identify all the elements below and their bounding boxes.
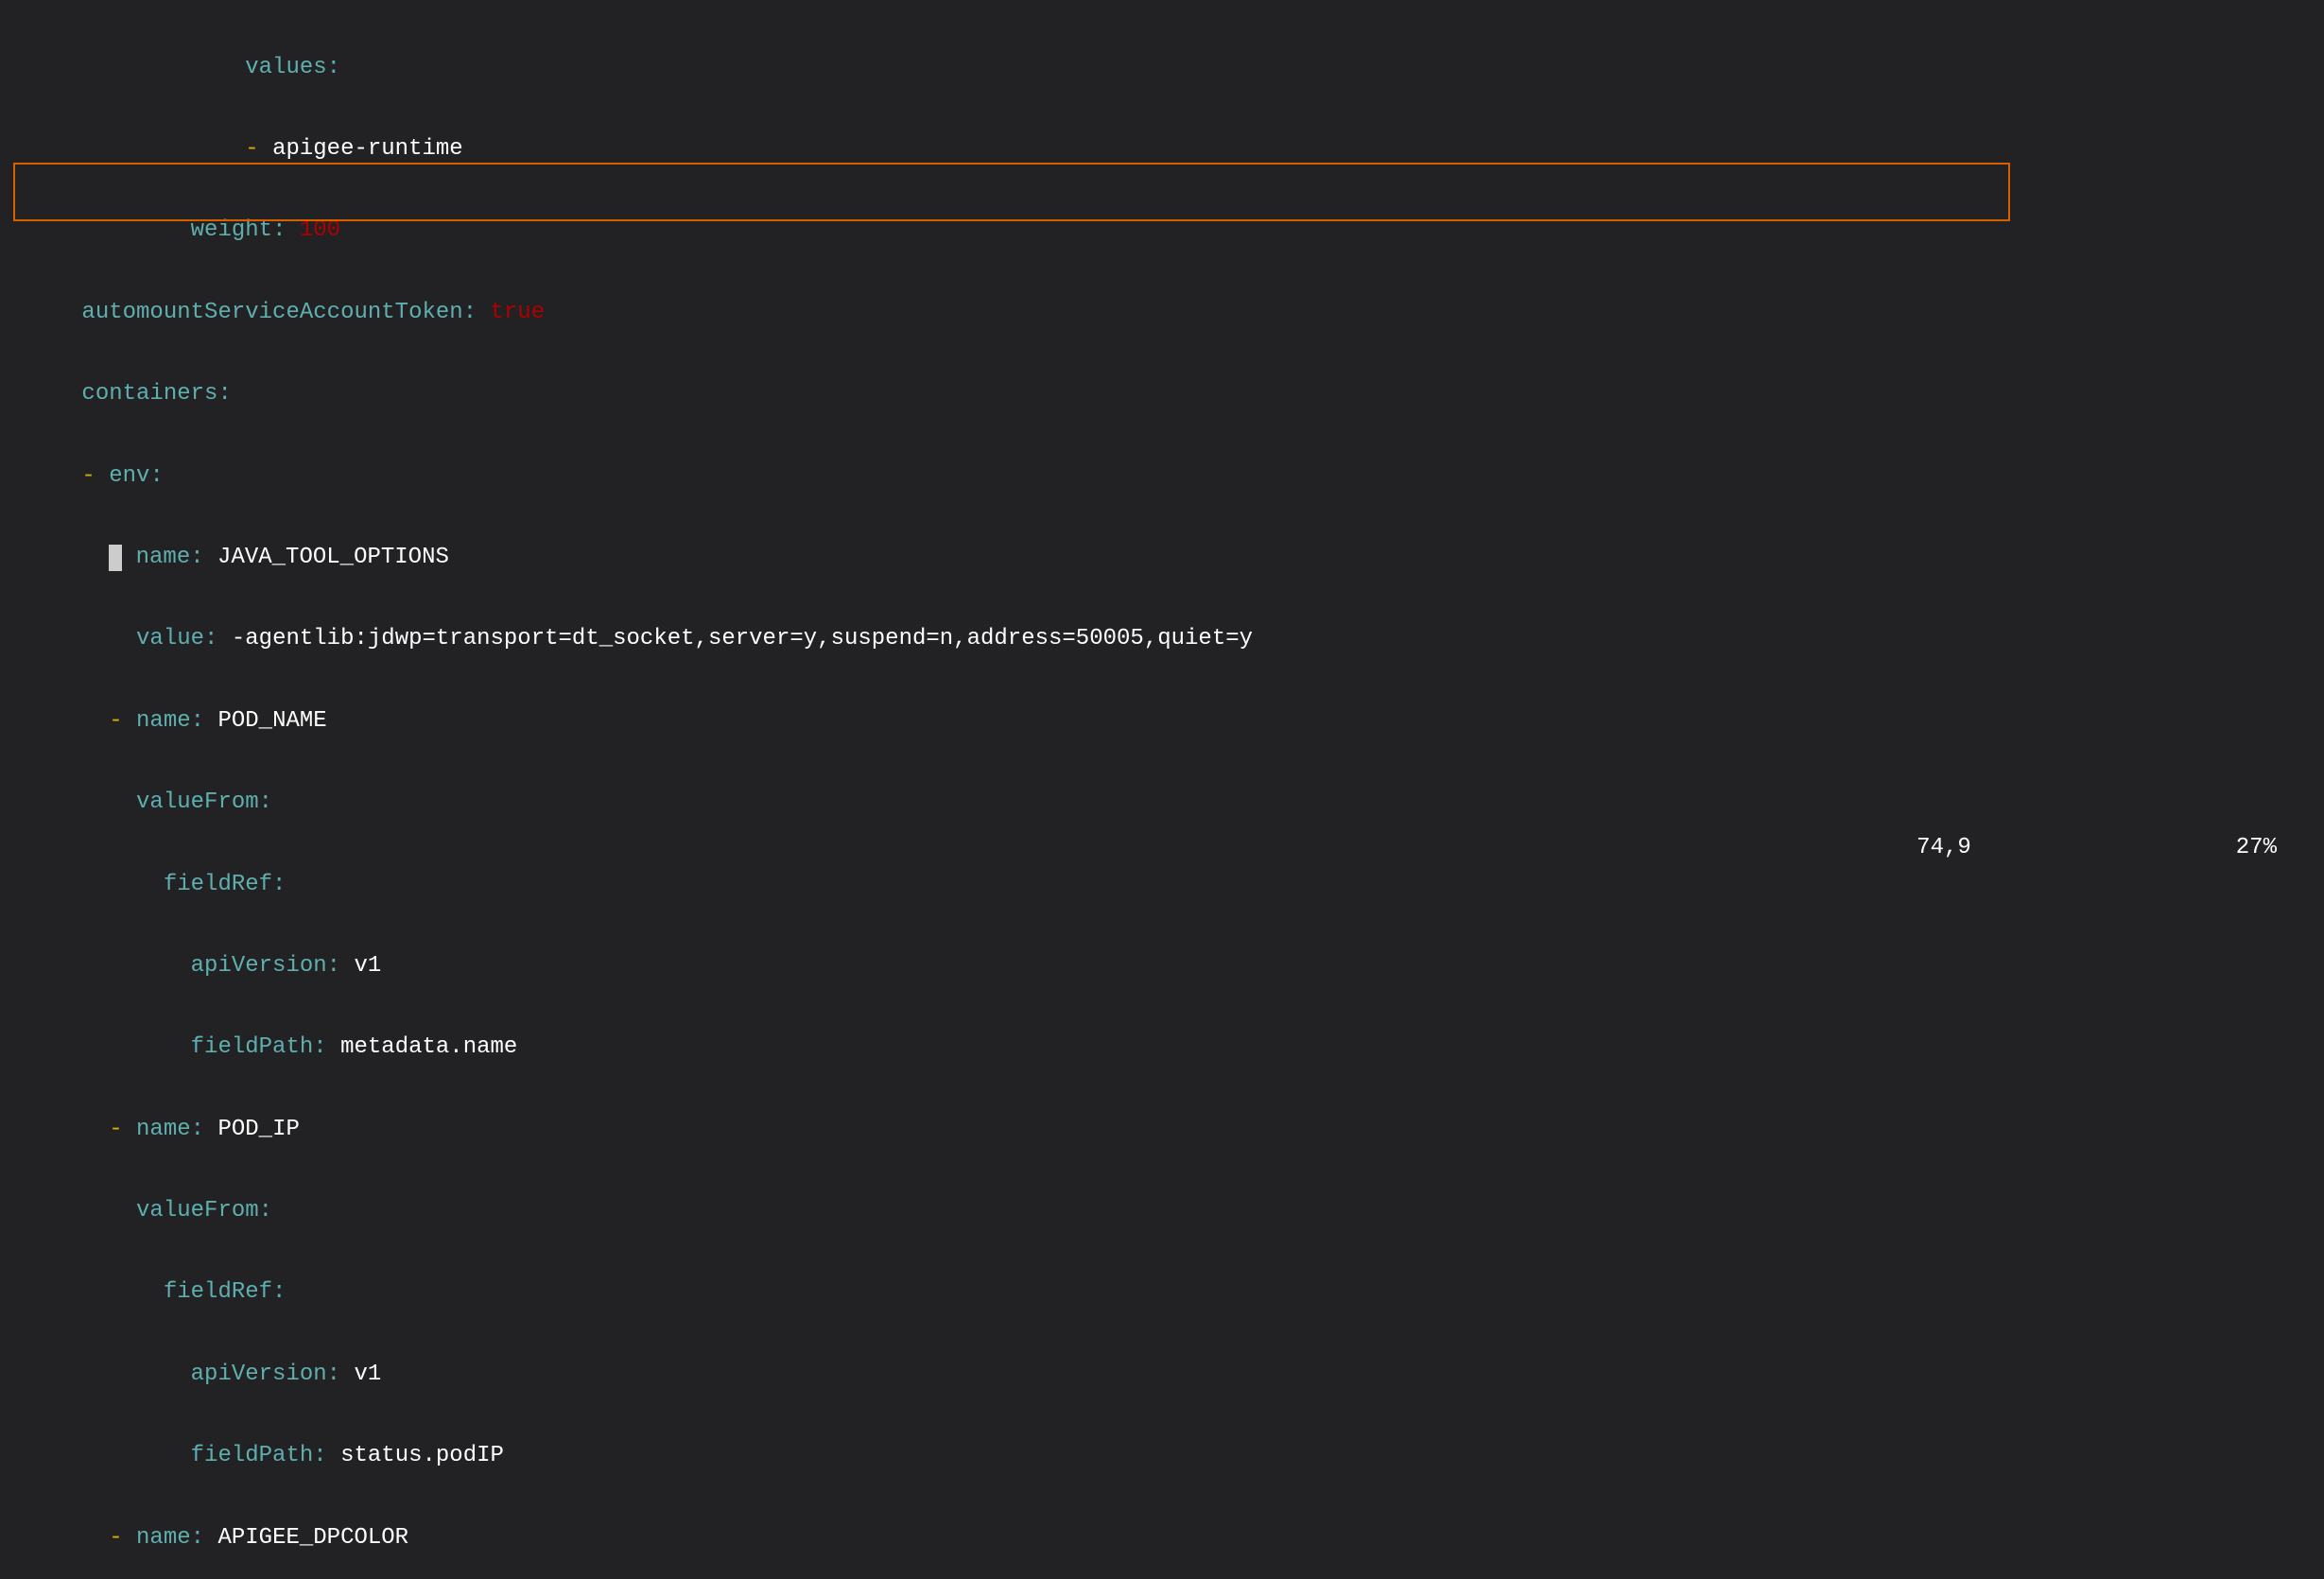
code-editor[interactable]: values: - apigee-runtime weight: 100 aut… bbox=[0, 0, 2324, 1579]
yaml-number: 100 bbox=[300, 217, 340, 243]
code-line: containers: bbox=[0, 381, 2324, 408]
yaml-key: containers bbox=[81, 381, 217, 407]
vim-status-bar: 74,9 27% bbox=[0, 835, 2324, 862]
yaml-key: name bbox=[136, 1117, 191, 1142]
code-line: fieldPath: status.podIP bbox=[0, 1443, 2324, 1470]
yaml-dash: - bbox=[109, 708, 122, 734]
yaml-key: weight bbox=[191, 217, 272, 243]
yaml-key: fieldRef bbox=[164, 1279, 272, 1305]
code-line: valueFrom: bbox=[0, 790, 2324, 817]
code-line: name: JAVA_TOOL_OPTIONS bbox=[0, 545, 2324, 572]
code-line: automountServiceAccountToken: true bbox=[0, 300, 2324, 327]
yaml-key: name bbox=[136, 545, 191, 570]
code-line: weight: 100 bbox=[0, 217, 2324, 245]
yaml-key: valueFrom bbox=[136, 1198, 259, 1223]
code-line: apiVersion: v1 bbox=[0, 1362, 2324, 1389]
code-line: - name: POD_IP bbox=[0, 1117, 2324, 1144]
code-line: valueFrom: bbox=[0, 1198, 2324, 1225]
yaml-dash: - bbox=[245, 136, 258, 162]
scroll-percent: 27% bbox=[2236, 835, 2277, 862]
yaml-key: value bbox=[136, 626, 204, 651]
code-line: value: -agentlib:jdwp=transport=dt_socke… bbox=[0, 626, 2324, 653]
code-line: - env: bbox=[0, 463, 2324, 491]
yaml-dash: - bbox=[109, 1117, 122, 1142]
yaml-key: valueFrom bbox=[136, 790, 259, 815]
yaml-key: apiVersion bbox=[191, 953, 327, 979]
code-line: fieldRef: bbox=[0, 872, 2324, 899]
code-line: - name: POD_NAME bbox=[0, 708, 2324, 736]
yaml-key: fieldPath bbox=[191, 1443, 314, 1468]
code-line: - name: APIGEE_DPCOLOR bbox=[0, 1525, 2324, 1553]
yaml-key: automountServiceAccountToken bbox=[81, 300, 462, 325]
cursor bbox=[109, 545, 122, 571]
yaml-key: env bbox=[109, 463, 149, 489]
yaml-dash: - bbox=[109, 1525, 122, 1551]
code-line: apiVersion: v1 bbox=[0, 953, 2324, 980]
yaml-key: name bbox=[136, 1525, 191, 1551]
code-line: values: bbox=[0, 55, 2324, 82]
yaml-key: fieldPath bbox=[191, 1034, 314, 1060]
code-line: fieldPath: metadata.name bbox=[0, 1034, 2324, 1062]
yaml-key: name bbox=[136, 708, 191, 734]
yaml-bool: true bbox=[491, 300, 546, 325]
yaml-key: values bbox=[245, 55, 326, 80]
yaml-key: fieldRef bbox=[164, 872, 272, 897]
cursor-position: 74,9 bbox=[1916, 835, 1971, 862]
yaml-key: apiVersion bbox=[191, 1362, 327, 1387]
code-line: fieldRef: bbox=[0, 1279, 2324, 1307]
code-line: - apigee-runtime bbox=[0, 136, 2324, 164]
yaml-dash: - bbox=[81, 463, 95, 489]
